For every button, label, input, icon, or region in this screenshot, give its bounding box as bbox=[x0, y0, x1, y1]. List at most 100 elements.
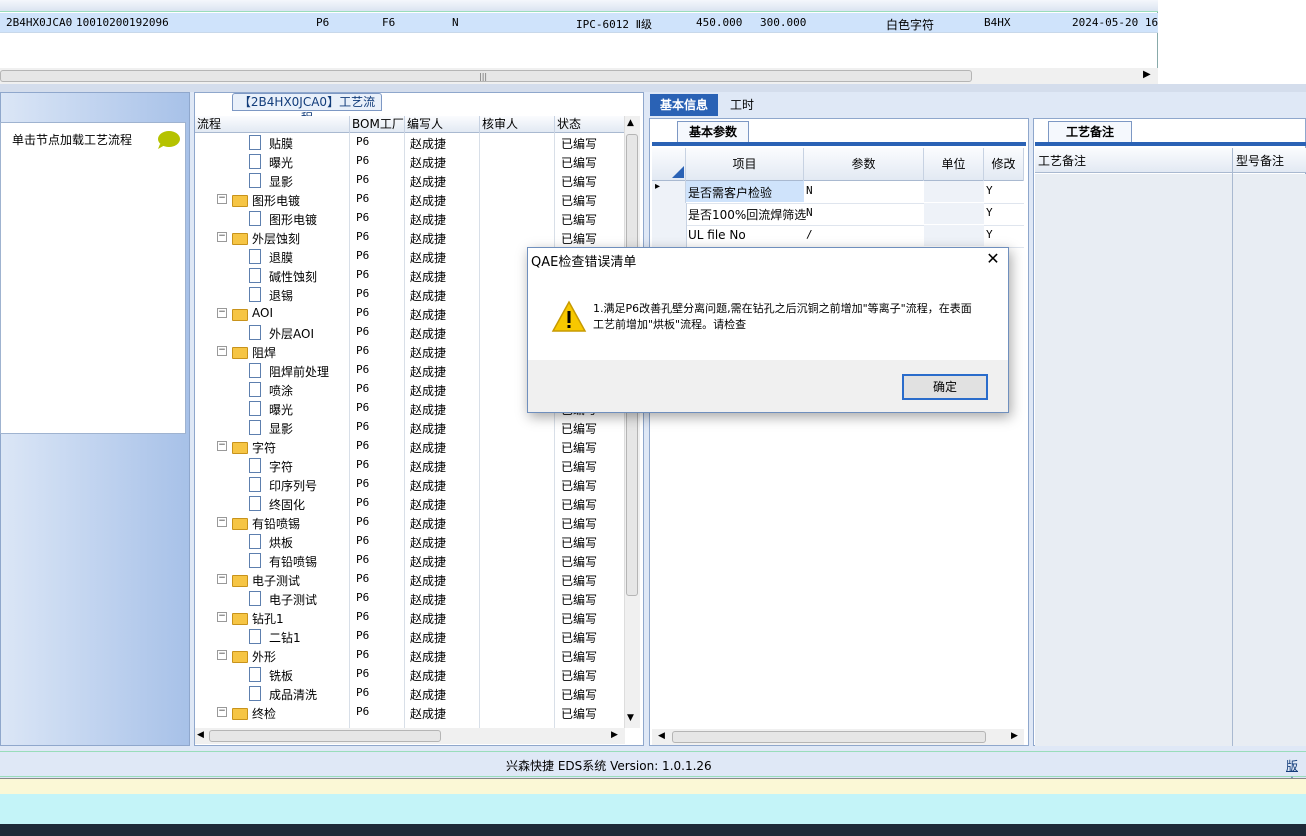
cell-modify[interactable]: Y bbox=[986, 228, 993, 241]
tree-node-row[interactable]: 曝光 P6 赵成捷 已编写 bbox=[195, 152, 625, 171]
left-hint-text[interactable]: 单击节点加载工艺流程 bbox=[12, 131, 132, 148]
cell-status: 已编写 bbox=[561, 156, 598, 170]
tree-folder-row[interactable]: − 外形 P6 赵成捷 已编写 bbox=[195, 646, 625, 665]
tree-node-label: 外层蚀刻 bbox=[252, 232, 301, 246]
tree-node-row[interactable]: 铣板 P6 赵成捷 已编写 bbox=[195, 665, 625, 684]
tree-node-label: 有铅喷锡 bbox=[252, 517, 301, 531]
col-unit[interactable]: 单位 bbox=[924, 148, 984, 181]
ok-button[interactable]: 确定 bbox=[902, 374, 988, 400]
cell-item[interactable]: UL file No bbox=[688, 228, 746, 242]
tree-folder-row[interactable]: − 字符 P6 赵成捷 已编写 bbox=[195, 437, 625, 456]
scroll-down-arrow-icon[interactable]: ▼ bbox=[627, 713, 634, 723]
col-param[interactable]: 参数 bbox=[804, 148, 924, 181]
scroll-right-arrow-icon[interactable]: ▶ bbox=[1143, 69, 1151, 80]
basic-params-header: 项目 参数 单位 修改 bbox=[652, 148, 1024, 181]
process-flow-hscroll-thumb[interactable] bbox=[209, 730, 441, 742]
cell-writer: 赵成捷 bbox=[410, 555, 447, 569]
col-item[interactable]: 项目 bbox=[686, 148, 804, 181]
collapse-toggle-icon[interactable]: − bbox=[217, 232, 227, 242]
tree-node-label: 成品清洗 bbox=[269, 688, 318, 702]
cell-bom: P6 bbox=[356, 325, 370, 338]
col-reviewer[interactable]: 核审人 bbox=[480, 116, 555, 133]
tree-node-row[interactable]: 成品清洗 P6 赵成捷 已编写 bbox=[195, 684, 625, 703]
tree-node-row[interactable]: 字符 P6 赵成捷 已编写 bbox=[195, 456, 625, 475]
tree-node-row[interactable]: 电子测试 P6 赵成捷 已编写 bbox=[195, 589, 625, 608]
collapse-toggle-icon[interactable]: − bbox=[217, 707, 227, 717]
order-grid-row[interactable]: 2B4HX0JCA0 10010200192096 P6 F6 N IPC-60… bbox=[0, 13, 1165, 33]
cell-factory2: F6 bbox=[382, 16, 396, 29]
tree-node-row[interactable]: 终固化 P6 赵成捷 已编写 bbox=[195, 494, 625, 513]
cell-param[interactable]: N bbox=[806, 184, 813, 197]
tree-node-row[interactable]: 有铅喷锡 P6 赵成捷 已编写 bbox=[195, 551, 625, 570]
row-selector[interactable]: ▸ bbox=[652, 181, 686, 203]
scroll-left-arrow-icon[interactable]: ◀ bbox=[197, 730, 204, 740]
cell-item[interactable]: 是否需客户检验 bbox=[688, 184, 772, 201]
tree-folder-row[interactable]: − 终检 P6 赵成捷 已编写 bbox=[195, 703, 625, 722]
close-icon[interactable]: ✕ bbox=[983, 250, 1003, 270]
tree-folder-row[interactable]: − 电子测试 P6 赵成捷 已编写 bbox=[195, 570, 625, 589]
tree-node-label: 曝光 bbox=[269, 403, 294, 417]
tree-node-row[interactable]: 贴膜 P6 赵成捷 已编写 bbox=[195, 133, 625, 152]
col-model-notes[interactable]: 型号备注 bbox=[1236, 152, 1284, 169]
scroll-left-arrow-icon[interactable]: ◀ bbox=[658, 731, 665, 741]
collapse-toggle-icon[interactable]: − bbox=[217, 308, 227, 318]
cell-item[interactable]: 是否100%回流焊筛选 bbox=[688, 206, 806, 223]
tree-folder-row[interactable]: − 外层蚀刻 P6 赵成捷 已编写 bbox=[195, 228, 625, 247]
col-bom[interactable]: BOM工厂 bbox=[350, 116, 405, 133]
cell-status: 已编写 bbox=[561, 194, 598, 208]
cell-param[interactable]: N bbox=[806, 206, 813, 219]
tab-work-hours[interactable]: 工时 bbox=[722, 94, 762, 116]
tree-node-label: 外层AOI bbox=[269, 327, 314, 341]
cell-writer: 赵成捷 bbox=[410, 232, 447, 246]
tree-node-row[interactable]: 二钻1 P6 赵成捷 已编写 bbox=[195, 627, 625, 646]
col-flow[interactable]: 流程 bbox=[195, 116, 350, 133]
col-status[interactable]: 状态 bbox=[555, 116, 625, 133]
tree-node-label: 图形电镀 bbox=[252, 194, 301, 208]
tree-folder-row[interactable]: − 图形电镀 P6 赵成捷 已编写 bbox=[195, 190, 625, 209]
scroll-right-arrow-icon[interactable]: ▶ bbox=[1011, 731, 1018, 741]
col-process-notes[interactable]: 工艺备注 bbox=[1038, 152, 1086, 169]
splitter-middle[interactable] bbox=[644, 92, 648, 746]
cell-bom: P6 bbox=[356, 344, 370, 357]
basic-params-hscroll-thumb[interactable] bbox=[672, 731, 986, 743]
col-modify[interactable]: 修改 bbox=[984, 148, 1024, 181]
tab-process-notes[interactable]: 工艺备注 bbox=[1048, 121, 1132, 142]
param-row[interactable]: UL file No / Y bbox=[652, 225, 1024, 248]
tab-basic-info[interactable]: 基本信息 bbox=[650, 94, 718, 116]
process-flow-title: 【2B4HX0JCA0】工艺流程 bbox=[232, 93, 382, 125]
collapse-toggle-icon[interactable]: − bbox=[217, 650, 227, 660]
tree-folder-row[interactable]: − 有铅喷锡 P6 赵成捷 已编写 bbox=[195, 513, 625, 532]
param-row[interactable]: 是否100%回流焊筛选 N Y bbox=[652, 203, 1024, 226]
cell-code: 10010200192096 bbox=[76, 16, 169, 29]
tree-node-row[interactable]: 图形电镀 P6 赵成捷 已编写 bbox=[195, 209, 625, 228]
col-writer[interactable]: 编写人 bbox=[405, 116, 480, 133]
tree-node-label: 终固化 bbox=[269, 498, 306, 512]
row-selector[interactable] bbox=[652, 203, 687, 225]
row-selector[interactable] bbox=[652, 225, 687, 247]
cell-bom: P6 bbox=[356, 211, 370, 224]
folder-icon bbox=[232, 708, 248, 720]
collapse-toggle-icon[interactable]: − bbox=[217, 441, 227, 451]
collapse-toggle-icon[interactable]: − bbox=[217, 346, 227, 356]
collapse-toggle-icon[interactable]: − bbox=[217, 574, 227, 584]
collapse-toggle-icon[interactable]: − bbox=[217, 517, 227, 527]
splitter-horizontal[interactable] bbox=[0, 84, 1306, 92]
cell-modify[interactable]: Y bbox=[986, 184, 993, 197]
param-row[interactable]: ▸ 是否需客户检验 N Y bbox=[652, 181, 1024, 204]
tree-folder-row[interactable]: − 钻孔1 P6 赵成捷 已编写 bbox=[195, 608, 625, 627]
cell-modify[interactable]: Y bbox=[986, 206, 993, 219]
tree-node-row[interactable]: 显影 P6 赵成捷 已编写 bbox=[195, 171, 625, 190]
document-icon bbox=[249, 496, 261, 511]
collapse-toggle-icon[interactable]: − bbox=[217, 194, 227, 204]
tree-node-row[interactable]: 印序列号 P6 赵成捷 已编写 bbox=[195, 475, 625, 494]
tab-basic-params[interactable]: 基本参数 bbox=[677, 121, 749, 142]
scroll-up-arrow-icon[interactable]: ▲ bbox=[627, 118, 634, 128]
collapse-toggle-icon[interactable]: − bbox=[217, 612, 227, 622]
cell-bom: P6 bbox=[356, 363, 370, 376]
order-grid-hscroll-thumb[interactable]: ||| bbox=[0, 70, 972, 82]
cell-status: 已编写 bbox=[561, 536, 598, 550]
tree-node-row[interactable]: 显影 P6 赵成捷 已编写 bbox=[195, 418, 625, 437]
scroll-right-arrow-icon[interactable]: ▶ bbox=[611, 730, 618, 740]
cell-param[interactable]: / bbox=[806, 228, 813, 241]
tree-node-row[interactable]: 烘板 P6 赵成捷 已编写 bbox=[195, 532, 625, 551]
